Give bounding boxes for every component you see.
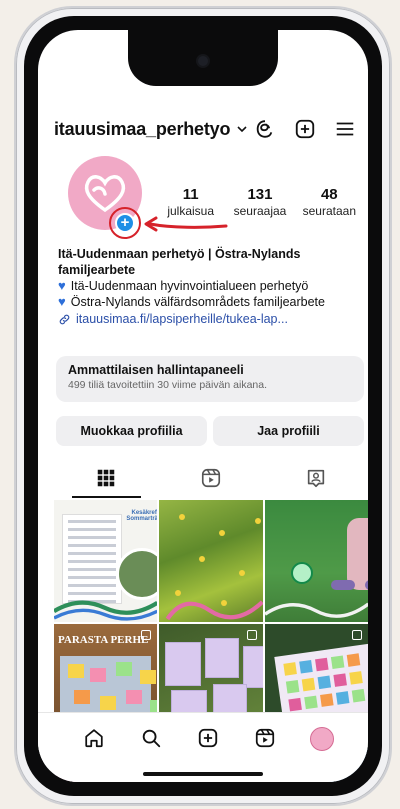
chevron-down-icon[interactable] (236, 123, 248, 135)
multiple-photos-icon (352, 630, 362, 640)
tab-posts-grid[interactable] (54, 458, 159, 498)
tab-reels[interactable] (159, 458, 264, 498)
home-indicator (143, 772, 263, 776)
stat-number: 131 (247, 186, 273, 203)
profile-actions: Muokkaa profiilia Jaa profiili (56, 416, 364, 446)
front-camera (198, 56, 208, 66)
reels-icon (201, 468, 221, 488)
post-thumbnail[interactable]: Kesäkreffit! Sommarträffar! (54, 500, 158, 622)
stat-label: seuraajaa (233, 204, 287, 218)
dashboard-subtitle: 499 tiliä tavoitettiin 30 viime päivän a… (68, 379, 268, 391)
profile-bio: Itä-Uudenmaan perhetyö | Östra-Nylands f… (58, 246, 356, 327)
profile-stats: 11 julkaisua 131 seuraajaa 48 seurataan (156, 186, 364, 218)
bio-line: ♥ Itä-Uudenmaan hyvinvointialueen perhet… (58, 278, 356, 294)
ball-photo (290, 562, 313, 584)
tab-tagged[interactable] (263, 458, 368, 498)
phone-frame: itauusimaa_perhetyo + 11 julkaisua 131 s… (14, 6, 392, 806)
tagged-icon (307, 469, 324, 488)
share-profile-button[interactable]: Jaa profiili (213, 416, 364, 446)
bio-line: ♥ Östra-Nylands välfärdsområdets familje… (58, 294, 356, 310)
search-icon (142, 729, 161, 748)
stat-label: seurataan (302, 204, 356, 218)
blue-heart-icon: ♥ (58, 294, 66, 309)
professional-dashboard[interactable]: Ammattilaisen hallintapaneeli 499 tiliä … (56, 356, 364, 402)
bio-display-name: Itä-Uudenmaan perhetyö | Östra-Nylands f… (58, 247, 301, 277)
grid-icon (98, 469, 115, 487)
decorative-wave (54, 600, 158, 621)
stat-posts[interactable]: 11 julkaisua (156, 186, 225, 218)
bio-link-text: itauusimaa.fi/lapsiperheille/tukea-lap..… (76, 312, 288, 326)
annotation-circle (109, 207, 141, 239)
stat-following[interactable]: 48 seurataan (295, 186, 364, 218)
stat-label: julkaisua (167, 204, 215, 218)
post-caption-text: Kesäkreffit! Sommarträffar! (126, 510, 158, 522)
bio-link[interactable]: itauusimaa.fi/lapsiperheille/tukea-lap..… (58, 311, 356, 327)
flyer-image (62, 514, 122, 604)
home-icon (85, 729, 104, 748)
nav-home[interactable] (66, 723, 123, 782)
link-icon (59, 314, 70, 324)
content-tabs (54, 458, 368, 498)
blue-heart-icon: ♥ (58, 278, 66, 293)
stat-number: 11 (182, 186, 199, 203)
dynamic-island (128, 30, 278, 86)
annotation-arrow (144, 216, 228, 232)
post-thumbnail[interactable] (264, 500, 368, 622)
create-post-icon[interactable] (294, 118, 316, 140)
username-switcher[interactable]: itauusimaa_perhetyo (54, 119, 230, 140)
phone-bezel: itauusimaa_perhetyo + 11 julkaisua 131 s… (24, 16, 382, 796)
post-banner-text: PARASTA PERHE (58, 634, 149, 646)
decorative-wave (166, 600, 263, 621)
reels-icon (255, 728, 274, 748)
bio-text: Östra-Nylands välfärdsområdets familjear… (70, 295, 325, 309)
multiple-photos-icon (141, 630, 152, 640)
stat-number: 48 (320, 186, 338, 203)
threads-icon[interactable] (254, 118, 276, 140)
bio-text: Itä-Uudenmaan hyvinvointialueen perhetyö (70, 279, 309, 293)
create-icon (198, 728, 218, 748)
dashboard-title: Ammattilaisen hallintapaneeli (68, 363, 244, 377)
decorative-wave (264, 602, 368, 618)
post-thumbnail[interactable] (159, 500, 263, 622)
edit-profile-button[interactable]: Muokkaa profiilia (56, 416, 207, 446)
stat-followers[interactable]: 131 seuraajaa (225, 186, 294, 218)
app-screen: itauusimaa_perhetyo + 11 julkaisua 131 s… (38, 30, 368, 782)
menu-icon[interactable] (334, 118, 356, 140)
profile-avatar-small (309, 727, 334, 751)
multiple-photos-icon (246, 630, 257, 640)
bottom-nav (38, 712, 368, 782)
profile-header: itauusimaa_perhetyo (54, 116, 356, 142)
nav-profile[interactable] (293, 723, 350, 782)
